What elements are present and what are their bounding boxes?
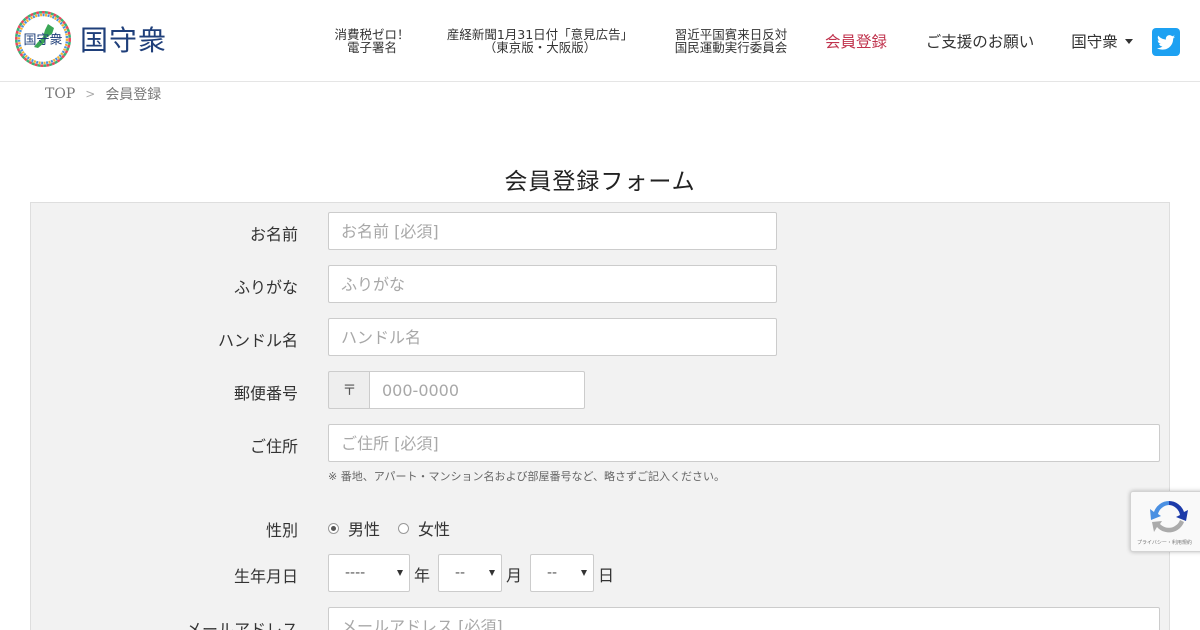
furigana-input[interactable]	[328, 265, 777, 303]
dropdown-arrow-icon	[581, 570, 587, 576]
breadcrumb: TOP > 会員登録	[45, 85, 161, 103]
logo-text: 国守衆	[80, 24, 168, 57]
nav-support-request[interactable]: ご支援のお願い	[918, 0, 1042, 82]
zip-code-input[interactable]	[369, 371, 585, 409]
select-value: ----	[345, 565, 366, 581]
page-title: 会員登録フォーム	[504, 169, 696, 195]
birth-day-select[interactable]: --	[530, 554, 594, 592]
gender-option-label: 男性	[348, 520, 381, 539]
recaptcha-badge[interactable]: プライバシー・利用規約	[1130, 491, 1200, 552]
svg-text:国守衆: 国守衆	[23, 32, 62, 48]
day-unit: 日	[598, 566, 615, 585]
nav-xi-visit-opposition[interactable]: 習近平国賓来日反対 国民運動実行委員会	[666, 0, 796, 82]
gender-radio-group: 男性 女性	[328, 516, 468, 540]
gender-option-label: 女性	[418, 520, 451, 539]
recaptcha-icon	[1150, 501, 1188, 533]
dropdown-arrow-icon	[489, 570, 495, 576]
site-header: 国守衆 国守衆 消費税ゼロ！ 電子署名 産経新聞1月31日付「意見広告」 （東京…	[0, 0, 1200, 82]
select-value: --	[455, 565, 466, 581]
radio-unchecked[interactable]	[398, 522, 410, 534]
email-label: メールアドレス	[185, 620, 298, 630]
name-label: お名前	[249, 225, 298, 244]
site-logo[interactable]: 国守衆 国守衆	[14, 10, 167, 68]
nav-line: 電子署名	[346, 40, 397, 55]
address-input[interactable]	[328, 424, 1160, 462]
postal-mark-icon: 〒	[328, 371, 370, 409]
breadcrumb-separator: >	[85, 87, 96, 101]
breadcrumb-current: 会員登録	[105, 87, 162, 103]
address-label: ご住所	[249, 437, 298, 456]
handle-name-input[interactable]	[328, 318, 777, 356]
address-help-text: ※ 番地、アパート・マンション名および部屋番号など、略さずご記入ください。	[328, 470, 725, 483]
recaptcha-privacy-terms: プライバシー・利用規約	[1137, 540, 1192, 546]
breadcrumb-home-link[interactable]: TOP	[45, 86, 75, 102]
gender-option-male[interactable]: 男性	[328, 516, 380, 540]
nav-line: 国民運動実行委員会	[674, 40, 788, 55]
email-input[interactable]	[328, 607, 1160, 630]
nav-sankei-ad[interactable]: 産経新聞1月31日付「意見広告」 （東京版・大阪版）	[440, 0, 640, 82]
nav-consumption-tax-signature[interactable]: 消費税ゼロ！ 電子署名	[326, 0, 418, 82]
birth-month-select[interactable]: --	[438, 554, 502, 592]
nav-line: （東京版・大阪版）	[483, 40, 597, 55]
nav-member-registration[interactable]: 会員登録	[818, 0, 894, 82]
handle-name-label: ハンドル名	[217, 331, 298, 350]
radio-checked[interactable]	[328, 522, 339, 534]
caret-down-icon	[1124, 38, 1133, 44]
dropdown-arrow-icon	[397, 570, 403, 576]
nav-dropdown-label: 国守衆	[1071, 33, 1118, 51]
year-unit: 年	[414, 566, 431, 585]
name-input[interactable]	[328, 212, 777, 250]
zip-code-label: 郵便番号	[233, 384, 298, 403]
birthdate-label: 生年月日	[233, 567, 298, 586]
twitter-icon	[1157, 34, 1175, 50]
gender-label: 性別	[265, 521, 298, 540]
gender-option-female[interactable]: 女性	[398, 516, 450, 540]
furigana-label: ふりがな	[233, 278, 298, 297]
nav-kokushushu-dropdown[interactable]: 国守衆	[1064, 0, 1140, 82]
birth-year-select[interactable]: ----	[328, 554, 410, 592]
logo-emblem-icon: 国守衆	[14, 10, 72, 68]
twitter-button[interactable]	[1152, 28, 1180, 56]
month-unit: 月	[506, 566, 523, 585]
select-value: --	[547, 565, 558, 581]
